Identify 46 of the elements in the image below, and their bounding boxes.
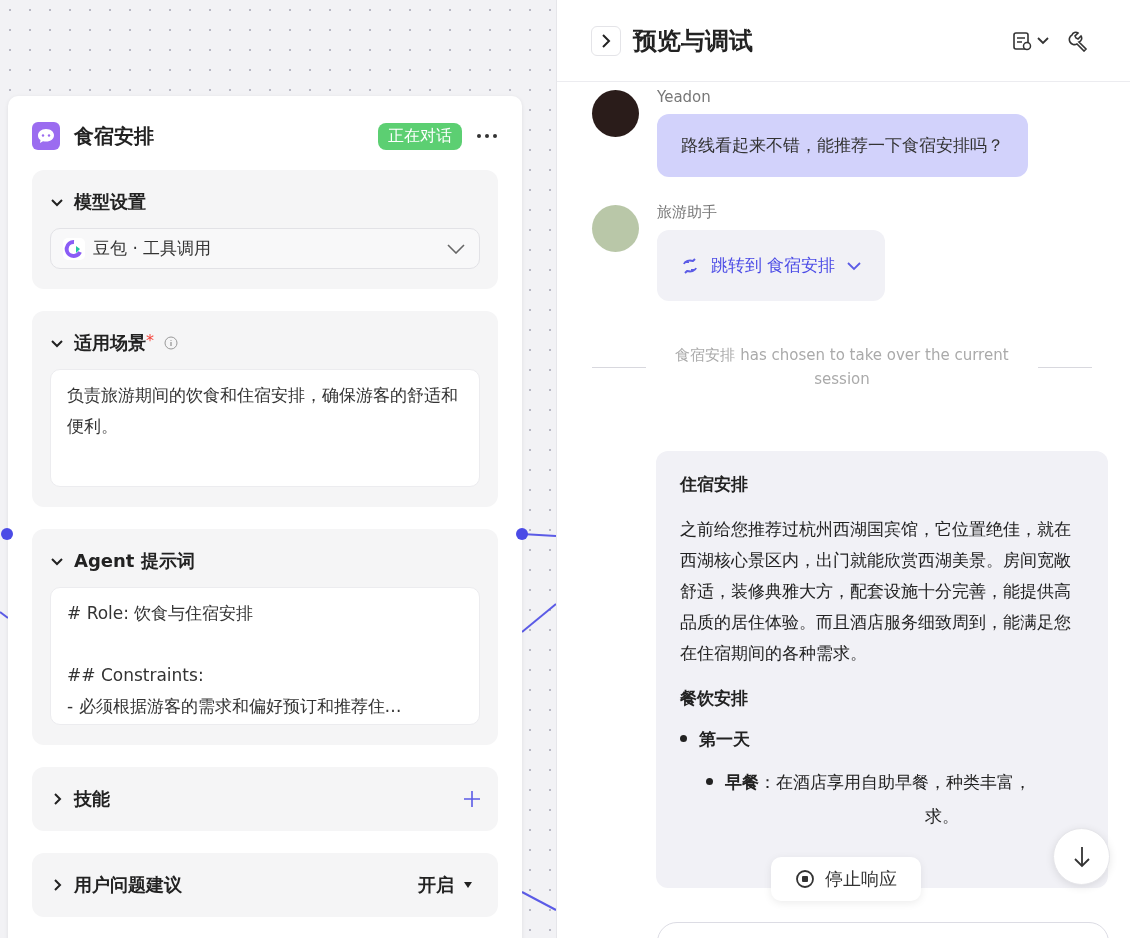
model-logo-icon [63, 237, 85, 260]
add-icon[interactable] [464, 791, 480, 807]
section-title: 适用场景 [74, 331, 146, 355]
text-field[interactable]: 负责旅游期间的饮食和住宿安排，确保游客的舒适和便利。 [50, 369, 480, 487]
list-item: 第一天 [699, 728, 750, 751]
more-icon[interactable] [476, 133, 498, 139]
prompt-field[interactable]: # Role: 饮食与住宿安排 ## Constraints: - 必须根据游客的需求和偏好预订和推荐住… [50, 587, 480, 725]
chevron-down-icon [847, 260, 862, 271]
section-title: Agent 提示词 [74, 549, 195, 573]
reply-paragraph: 之前给您推荐过杭州西湖国宾馆，它位置绝佳，就在西湖核心景区内，出门就能欣赏西湖美景。房间宽敞舒适，装修典雅大方，配套设施十分完善，能提供高品质的居住体验。而且酒店服务细致周到，能满足您在住宿期间的各种需求。 [680, 518, 1072, 665]
toggle-dropdown[interactable]: 开启 [418, 873, 480, 897]
section-title: 技能 [74, 787, 110, 811]
required-mark: * [146, 331, 154, 350]
avatar-circle [592, 90, 639, 137]
reply-heading: 住宿安排 [680, 473, 749, 496]
map-photo-placeholder [592, 205, 639, 252]
status-badge: 正在对话 [378, 122, 462, 150]
bullet-dot [680, 735, 687, 742]
wrench-icon[interactable] [1068, 29, 1090, 52]
chevron-right-icon [601, 33, 611, 48]
model-select[interactable]: 豆包 · 工具调用 [50, 228, 480, 269]
section-title: 模型设置 [74, 190, 146, 214]
author-name: 旅游助手 [657, 203, 717, 222]
stop-response-button[interactable]: 停止响应 [771, 857, 921, 901]
connector-line [521, 603, 556, 633]
arrow-down-icon [1073, 845, 1090, 868]
chat-bubble-icon [32, 122, 60, 150]
chevron-down-icon [447, 243, 465, 254]
reply-heading: 餐饮安排 [680, 687, 749, 710]
bullet-dot [706, 778, 713, 785]
caret-icon [464, 882, 472, 888]
stop-icon [795, 869, 815, 889]
user-message: 路线看起来不错，能推荐一下食宿安排吗？ [657, 114, 1028, 177]
section-title: 用户问题建议 [74, 873, 182, 897]
port-dot[interactable] [1, 528, 13, 540]
connector-line [0, 611, 9, 619]
switch-icon [681, 256, 699, 275]
connector-line [521, 891, 556, 911]
handoff-notice: 食宿安排 has chosen to take over the current session [674, 345, 1010, 390]
panel-title: 预览与调试 [633, 25, 753, 57]
expand-button[interactable] [591, 25, 621, 56]
document-settings-icon[interactable] [1012, 30, 1050, 51]
author-name: Yeadon [657, 88, 711, 106]
list-item: 早餐：在酒店享用自助早餐，种类丰富， 求。 [725, 771, 1032, 828]
node-title: 食宿安排 [74, 122, 155, 150]
jump-card[interactable]: 跳转到 食宿安排 [657, 230, 886, 301]
